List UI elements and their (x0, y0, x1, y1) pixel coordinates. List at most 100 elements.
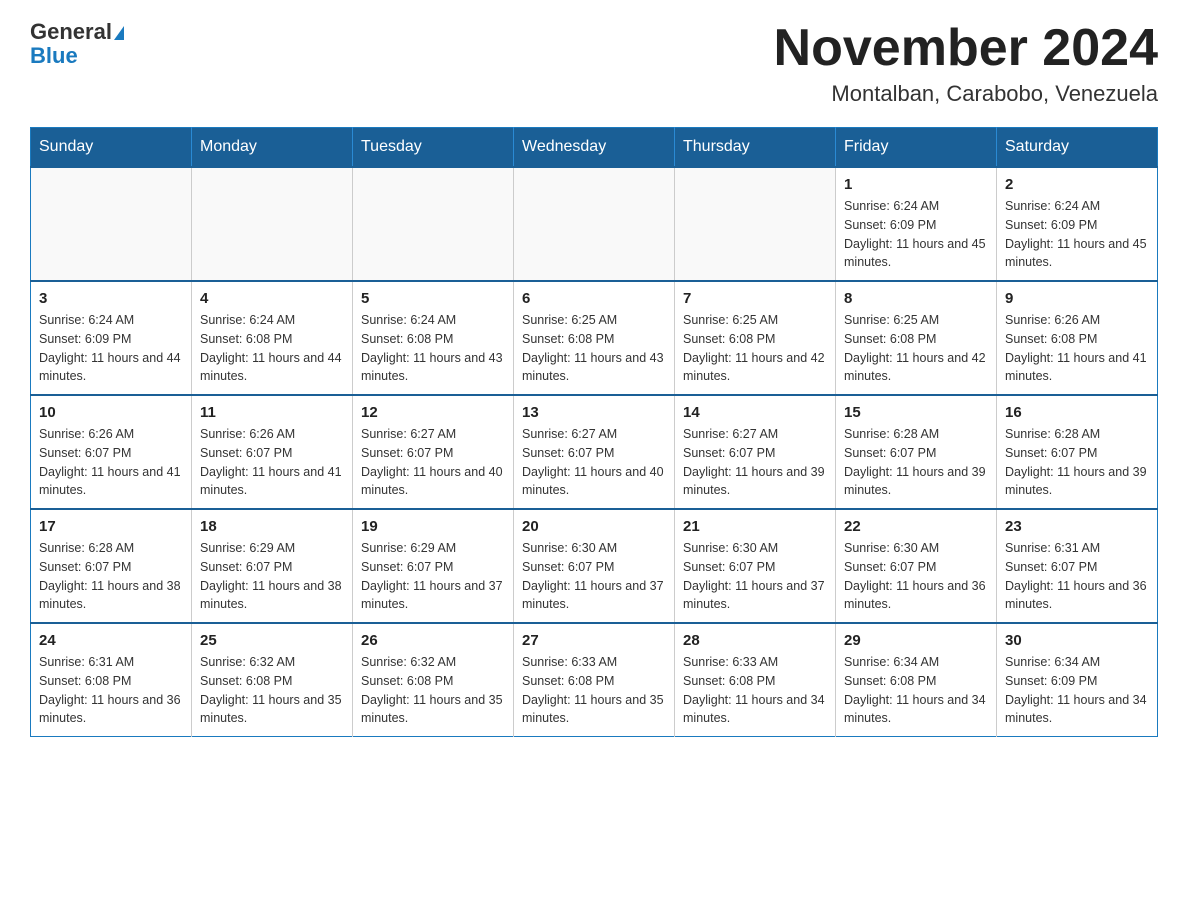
day-number: 20 (522, 518, 666, 535)
calendar-cell: 9Sunrise: 6:26 AMSunset: 6:08 PMDaylight… (997, 281, 1158, 395)
day-number: 28 (683, 632, 827, 649)
day-info: Sunrise: 6:27 AMSunset: 6:07 PMDaylight:… (361, 425, 505, 500)
day-info: Sunrise: 6:24 AMSunset: 6:08 PMDaylight:… (361, 311, 505, 386)
day-number: 6 (522, 290, 666, 307)
day-info: Sunrise: 6:34 AMSunset: 6:09 PMDaylight:… (1005, 653, 1149, 728)
calendar-cell: 12 Sunrise: 6:27 AMSunset: 6:07 PMDayligh… (353, 395, 514, 509)
day-number: 2 (1005, 176, 1149, 193)
calendar-cell: 24 Sunrise: 6:31 AMSunset: 6:08 PMDayligh… (31, 623, 192, 737)
day-info: Sunrise: 6:30 AMSunset: 6:07 PMDaylight:… (844, 539, 988, 614)
calendar-cell (675, 167, 836, 281)
calendar-cell (192, 167, 353, 281)
day-number: 16 (1005, 404, 1149, 421)
location-title: Montalban, Carabobo, Venezuela (774, 81, 1158, 107)
day-info: Sunrise: 6:26 AMSunset: 6:07 PMDaylight:… (39, 425, 183, 500)
logo-general: General (30, 19, 112, 44)
day-number: 24 (39, 632, 183, 649)
calendar-cell: 16Sunrise: 6:28 AMSunset: 6:07 PMDayligh… (997, 395, 1158, 509)
weekday-header-friday: Friday (836, 128, 997, 168)
calendar-cell: 29Sunrise: 6:34 AMSunset: 6:08 PMDayligh… (836, 623, 997, 737)
calendar-cell: 21 Sunrise: 6:30 AMSunset: 6:07 PMDayligh… (675, 509, 836, 623)
day-number: 22 (844, 518, 988, 535)
calendar-cell: 20 Sunrise: 6:30 AMSunset: 6:07 PMDayligh… (514, 509, 675, 623)
day-info: Sunrise: 6:30 AMSunset: 6:07 PMDaylight:… (683, 539, 827, 614)
day-number: 7 (683, 290, 827, 307)
day-number: 27 (522, 632, 666, 649)
calendar-cell: 11 Sunrise: 6:26 AMSunset: 6:07 PMDayligh… (192, 395, 353, 509)
calendar-cell: 3 Sunrise: 6:24 AMSunset: 6:09 PMDaylight… (31, 281, 192, 395)
title-area: November 2024 Montalban, Carabobo, Venez… (774, 20, 1158, 107)
day-info: Sunrise: 6:25 AMSunset: 6:08 PMDaylight:… (683, 311, 827, 386)
day-info: Sunrise: 6:33 AMSunset: 6:08 PMDaylight:… (683, 653, 827, 728)
calendar-cell: 30 Sunrise: 6:34 AMSunset: 6:09 PMDayligh… (997, 623, 1158, 737)
calendar-cell: 7 Sunrise: 6:25 AMSunset: 6:08 PMDaylight… (675, 281, 836, 395)
day-number: 1 (844, 176, 988, 193)
day-info: Sunrise: 6:31 AMSunset: 6:08 PMDaylight:… (39, 653, 183, 728)
calendar-cell: 5 Sunrise: 6:24 AMSunset: 6:08 PMDaylight… (353, 281, 514, 395)
calendar-cell: 10 Sunrise: 6:26 AMSunset: 6:07 PMDayligh… (31, 395, 192, 509)
weekday-header-tuesday: Tuesday (353, 128, 514, 168)
calendar-table: SundayMondayTuesdayWednesdayThursdayFrid… (30, 127, 1158, 737)
calendar-cell: 26Sunrise: 6:32 AMSunset: 6:08 PMDayligh… (353, 623, 514, 737)
day-info: Sunrise: 6:24 AMSunset: 6:09 PMDaylight:… (1005, 197, 1149, 272)
day-info: Sunrise: 6:25 AMSunset: 6:08 PMDaylight:… (844, 311, 988, 386)
day-number: 5 (361, 290, 505, 307)
day-number: 12 (361, 404, 505, 421)
weekday-header-monday: Monday (192, 128, 353, 168)
day-number: 30 (1005, 632, 1149, 649)
logo-triangle-icon (114, 26, 124, 40)
day-info: Sunrise: 6:31 AMSunset: 6:07 PMDaylight:… (1005, 539, 1149, 614)
day-number: 11 (200, 404, 344, 421)
day-info: Sunrise: 6:33 AMSunset: 6:08 PMDaylight:… (522, 653, 666, 728)
day-info: Sunrise: 6:29 AMSunset: 6:07 PMDaylight:… (200, 539, 344, 614)
weekday-header-saturday: Saturday (997, 128, 1158, 168)
calendar-week-row: 17 Sunrise: 6:28 AMSunset: 6:07 PMDayligh… (31, 509, 1158, 623)
calendar-cell: 25Sunrise: 6:32 AMSunset: 6:08 PMDayligh… (192, 623, 353, 737)
calendar-cell: 17 Sunrise: 6:28 AMSunset: 6:07 PMDayligh… (31, 509, 192, 623)
logo: General Blue (30, 20, 124, 68)
day-info: Sunrise: 6:32 AMSunset: 6:08 PMDaylight:… (200, 653, 344, 728)
day-info: Sunrise: 6:28 AMSunset: 6:07 PMDaylight:… (39, 539, 183, 614)
calendar-header: SundayMondayTuesdayWednesdayThursdayFrid… (31, 128, 1158, 168)
day-info: Sunrise: 6:24 AMSunset: 6:08 PMDaylight:… (200, 311, 344, 386)
day-info: Sunrise: 6:24 AMSunset: 6:09 PMDaylight:… (39, 311, 183, 386)
calendar-cell: 8Sunrise: 6:25 AMSunset: 6:08 PMDaylight… (836, 281, 997, 395)
calendar-cell: 6 Sunrise: 6:25 AMSunset: 6:08 PMDaylight… (514, 281, 675, 395)
calendar-week-row: 3 Sunrise: 6:24 AMSunset: 6:09 PMDaylight… (31, 281, 1158, 395)
day-number: 21 (683, 518, 827, 535)
calendar-cell: 28 Sunrise: 6:33 AMSunset: 6:08 PMDayligh… (675, 623, 836, 737)
day-number: 10 (39, 404, 183, 421)
day-info: Sunrise: 6:26 AMSunset: 6:07 PMDaylight:… (200, 425, 344, 500)
calendar-cell: 1 Sunrise: 6:24 AMSunset: 6:09 PMDaylight… (836, 167, 997, 281)
day-number: 17 (39, 518, 183, 535)
day-number: 23 (1005, 518, 1149, 535)
day-number: 15 (844, 404, 988, 421)
calendar-cell: 22 Sunrise: 6:30 AMSunset: 6:07 PMDayligh… (836, 509, 997, 623)
logo-blue: Blue (30, 43, 78, 68)
day-info: Sunrise: 6:29 AMSunset: 6:07 PMDaylight:… (361, 539, 505, 614)
day-number: 18 (200, 518, 344, 535)
weekday-header-sunday: Sunday (31, 128, 192, 168)
logo-text: General Blue (30, 20, 124, 68)
calendar-cell: 18 Sunrise: 6:29 AMSunset: 6:07 PMDayligh… (192, 509, 353, 623)
calendar-body: 1 Sunrise: 6:24 AMSunset: 6:09 PMDaylight… (31, 167, 1158, 737)
day-number: 4 (200, 290, 344, 307)
calendar-cell: 27 Sunrise: 6:33 AMSunset: 6:08 PMDayligh… (514, 623, 675, 737)
weekday-header-wednesday: Wednesday (514, 128, 675, 168)
day-number: 3 (39, 290, 183, 307)
calendar-cell: 15 Sunrise: 6:28 AMSunset: 6:07 PMDayligh… (836, 395, 997, 509)
day-number: 26 (361, 632, 505, 649)
day-info: Sunrise: 6:27 AMSunset: 6:07 PMDaylight:… (522, 425, 666, 500)
day-number: 14 (683, 404, 827, 421)
calendar-week-row: 10 Sunrise: 6:26 AMSunset: 6:07 PMDayligh… (31, 395, 1158, 509)
day-info: Sunrise: 6:30 AMSunset: 6:07 PMDaylight:… (522, 539, 666, 614)
day-info: Sunrise: 6:27 AMSunset: 6:07 PMDaylight:… (683, 425, 827, 500)
day-info: Sunrise: 6:28 AMSunset: 6:07 PMDaylight:… (844, 425, 988, 500)
day-number: 19 (361, 518, 505, 535)
day-info: Sunrise: 6:25 AMSunset: 6:08 PMDaylight:… (522, 311, 666, 386)
calendar-cell (31, 167, 192, 281)
day-info: Sunrise: 6:24 AMSunset: 6:09 PMDaylight:… (844, 197, 988, 272)
calendar-cell: 13 Sunrise: 6:27 AMSunset: 6:07 PMDayligh… (514, 395, 675, 509)
day-info: Sunrise: 6:26 AMSunset: 6:08 PMDaylight:… (1005, 311, 1149, 386)
day-number: 13 (522, 404, 666, 421)
